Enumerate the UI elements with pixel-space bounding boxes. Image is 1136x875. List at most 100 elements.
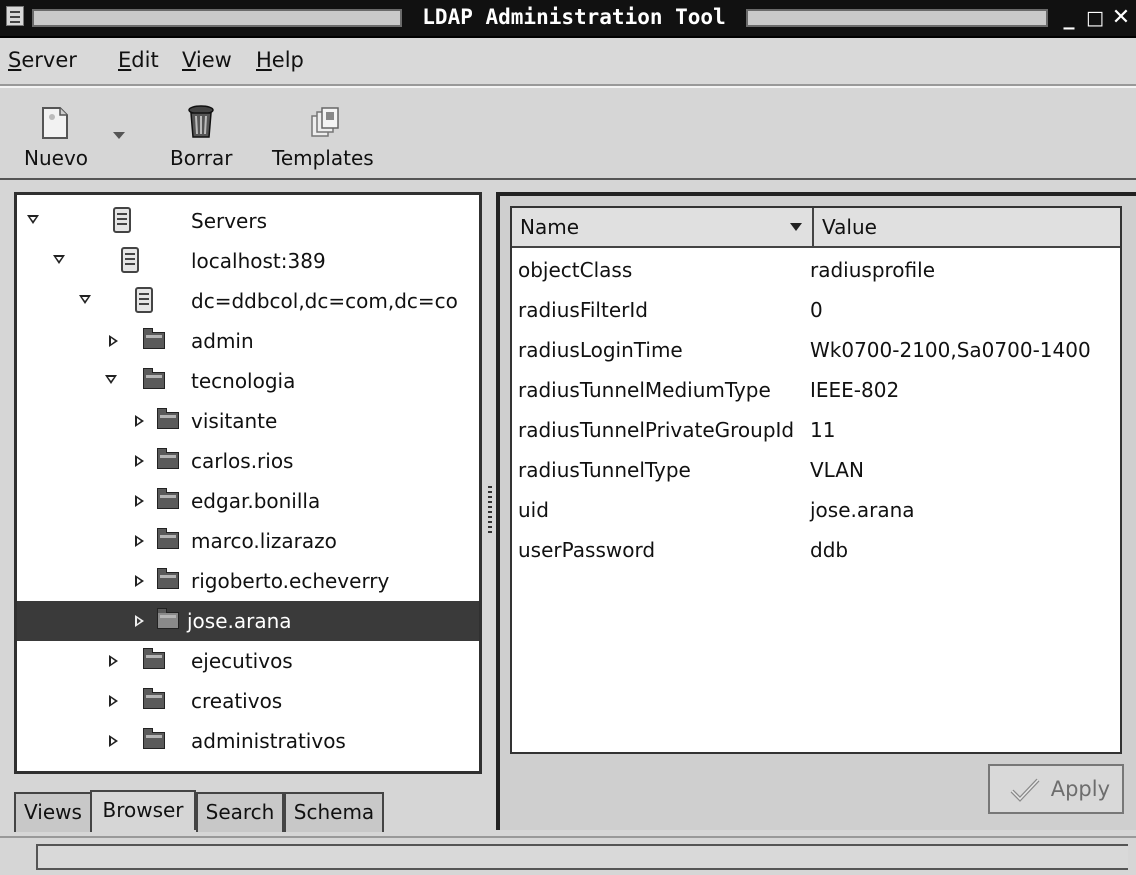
tree-item-edgar-bonilla[interactable]: edgar.bonilla	[17, 481, 479, 521]
folder-icon	[157, 408, 179, 429]
apply-button-label: Apply	[1050, 777, 1110, 801]
attribute-value[interactable]: 0	[810, 297, 823, 323]
column-header-name[interactable]: Name	[512, 208, 814, 248]
status-bar	[0, 836, 1136, 875]
tree-item-label: localhost:389	[191, 249, 326, 273]
menu-help[interactable]: Help	[256, 46, 304, 74]
expander-expanded-icon[interactable]	[53, 255, 65, 264]
minimize-icon[interactable]: _	[1056, 3, 1082, 33]
attribute-value[interactable]: 11	[810, 417, 835, 443]
tree-item-label: jose.arana	[187, 609, 292, 633]
attribute-value[interactable]: Wk0700-2100,Sa0700-1400	[810, 337, 1091, 363]
table-row[interactable]: userPassword ddb	[512, 530, 1120, 570]
menu-mnemonic: S	[8, 48, 22, 72]
menu-view[interactable]: View	[182, 46, 232, 74]
pane-splitter-handle[interactable]	[488, 486, 492, 536]
tab-schema[interactable]: Schema	[284, 792, 384, 832]
menu-mnemonic: E	[118, 48, 132, 72]
menu-edit[interactable]: Edit	[118, 46, 159, 74]
tree-item-base-dn[interactable]: dc=ddbcol,dc=com,dc=co	[17, 281, 479, 321]
sort-descending-icon[interactable]	[790, 223, 802, 231]
expander-expanded-icon[interactable]	[105, 375, 117, 384]
folder-icon	[157, 488, 179, 509]
expander-collapsed-icon[interactable]	[135, 575, 144, 587]
attribute-name: radiusFilterId	[518, 298, 648, 322]
column-header-value[interactable]: Value	[814, 208, 1120, 248]
tree-item-admin[interactable]: admin	[17, 321, 479, 361]
expander-collapsed-icon[interactable]	[109, 735, 118, 747]
folder-icon	[157, 448, 179, 469]
tree-item-marco-lizarazo[interactable]: marco.lizarazo	[17, 521, 479, 561]
tree-item-rigoberto-echeverry[interactable]: rigoberto.echeverry	[17, 561, 479, 601]
tree-item-visitante[interactable]: visitante	[17, 401, 479, 441]
menu-server[interactable]: Server	[8, 46, 77, 74]
attribute-value[interactable]: radiusprofile	[810, 257, 935, 283]
table-row[interactable]: objectClass radiusprofile	[512, 250, 1120, 290]
chevron-down-icon[interactable]	[112, 130, 126, 140]
expander-collapsed-icon[interactable]	[135, 415, 144, 427]
tree-item-carlos-rios[interactable]: carlos.rios	[17, 441, 479, 481]
delete-button[interactable]: Borrar	[160, 88, 246, 178]
maximize-icon[interactable]: □	[1082, 3, 1108, 33]
server-icon	[121, 247, 139, 273]
apply-button[interactable]: Apply	[988, 764, 1124, 814]
tree-item-localhost[interactable]: localhost:389	[17, 241, 479, 281]
table-row[interactable]: radiusLoginTime Wk0700-2100,Sa0700-1400	[512, 330, 1120, 370]
tab-views[interactable]: Views	[14, 792, 92, 832]
menu-mnemonic: V	[182, 48, 196, 72]
attribute-table[interactable]: Name Value objectClass radiusprofile rad…	[510, 206, 1122, 754]
table-row[interactable]: radiusFilterId 0	[512, 290, 1120, 330]
table-row[interactable]: radiusTunnelType VLAN	[512, 450, 1120, 490]
folder-icon	[157, 608, 179, 629]
tree-item-ejecutivos[interactable]: ejecutivos	[17, 641, 479, 681]
tree-item-jose-arana[interactable]: jose.arana	[17, 601, 479, 641]
new-button[interactable]: Nuevo	[0, 88, 150, 178]
attribute-name: radiusTunnelPrivateGroupId	[518, 418, 795, 442]
expander-collapsed-icon[interactable]	[135, 455, 144, 467]
menu-mnemonic: H	[256, 48, 272, 72]
new-document-icon	[42, 107, 68, 139]
attribute-value[interactable]: VLAN	[810, 457, 864, 483]
menu-label: iew	[195, 48, 232, 72]
attribute-value[interactable]: IEEE-802	[810, 377, 899, 403]
tree-item-creativos[interactable]: creativos	[17, 681, 479, 721]
expander-collapsed-icon[interactable]	[135, 495, 144, 507]
expander-collapsed-icon[interactable]	[135, 615, 144, 627]
tree-item-administrativos[interactable]: administrativos	[17, 721, 479, 761]
expander-expanded-icon[interactable]	[79, 295, 91, 304]
attribute-name: objectClass	[518, 258, 633, 282]
tree-item-label: ejecutivos	[191, 649, 293, 673]
close-icon[interactable]: ✕	[1108, 3, 1134, 33]
table-row[interactable]: uid jose.arana	[512, 490, 1120, 530]
attribute-name: uid	[518, 498, 549, 522]
expander-collapsed-icon[interactable]	[109, 655, 118, 667]
tab-search[interactable]: Search	[196, 792, 284, 832]
tree-item-label: dc=ddbcol,dc=com,dc=co	[191, 289, 458, 313]
ldap-tree[interactable]: Servers localhost:389 dc=ddbcol,dc=com,d…	[14, 192, 482, 774]
templates-button[interactable]: Templates	[260, 88, 390, 178]
column-header-label: Name	[520, 215, 580, 239]
title-bar[interactable]: LDAP Administration Tool _ □ ✕	[0, 0, 1136, 38]
attribute-value[interactable]: jose.arana	[810, 497, 915, 523]
tree-item-label: marco.lizarazo	[191, 529, 337, 553]
attribute-name: radiusTunnelMediumType	[518, 378, 771, 402]
tab-browser[interactable]: Browser	[90, 790, 196, 830]
table-row[interactable]: radiusTunnelPrivateGroupId 11	[512, 410, 1120, 450]
attribute-value[interactable]: ddb	[810, 537, 848, 563]
table-row[interactable]: radiusTunnelMediumType IEEE-802	[512, 370, 1120, 410]
checkmark-icon	[1010, 778, 1040, 802]
expander-expanded-icon[interactable]	[27, 215, 39, 224]
expander-collapsed-icon[interactable]	[109, 695, 118, 707]
folder-icon	[143, 368, 165, 389]
status-message-field	[36, 844, 1128, 870]
window-menu-icon[interactable]	[6, 6, 24, 26]
expander-collapsed-icon[interactable]	[109, 335, 118, 347]
title-bar-groove	[32, 9, 402, 27]
folder-icon	[157, 568, 179, 589]
tree-item-label: carlos.rios	[191, 449, 294, 473]
tree-item-servers[interactable]: Servers	[17, 201, 479, 241]
delete-button-label: Borrar	[170, 146, 233, 170]
expander-collapsed-icon[interactable]	[135, 535, 144, 547]
tree-item-tecnologia[interactable]: tecnologia	[17, 361, 479, 401]
menu-bar: Server Edit View Help	[0, 38, 1136, 86]
